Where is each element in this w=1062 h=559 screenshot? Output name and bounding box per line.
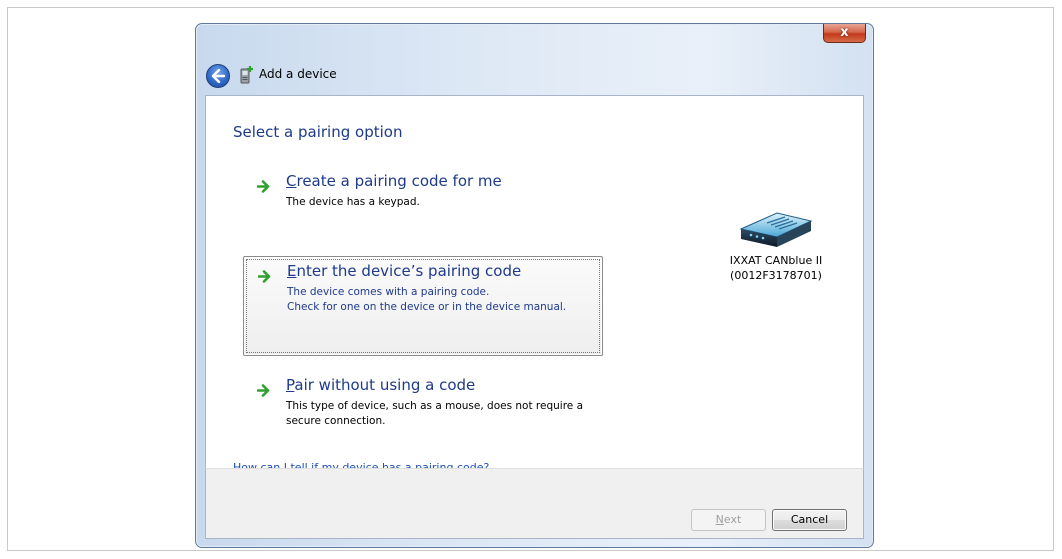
option-title: Enter the device’s pairing code — [287, 262, 522, 280]
content-panel: Select a pairing option Create a pairing… — [205, 95, 864, 474]
back-arrow-icon — [211, 69, 225, 83]
option-description: The device has a keypad. — [286, 196, 420, 208]
close-icon: x — [840, 25, 849, 40]
cancel-button[interactable]: Cancel — [772, 509, 847, 531]
option-description: The device comes with a pairing code. Ch… — [287, 286, 567, 313]
option-pair-without-code[interactable]: Pair without using a code This type of d… — [243, 374, 603, 438]
option-create-pairing-code[interactable]: Create a pairing code for me The device … — [243, 170, 603, 218]
green-arrow-icon — [257, 180, 270, 193]
window-title: Add a device — [259, 67, 337, 81]
network-device-icon — [739, 212, 813, 247]
next-button[interactable]: Next — [691, 509, 766, 531]
add-device-window: x Add a device Select a pairing option C… — [195, 23, 874, 548]
device-panel: IXXAT CANblue II (0012F3178701) — [711, 203, 841, 283]
green-arrow-icon — [257, 384, 270, 397]
green-arrow-icon — [258, 270, 271, 283]
back-button[interactable] — [206, 64, 230, 88]
option-title: Create a pairing code for me — [286, 172, 502, 190]
close-button[interactable]: x — [823, 24, 866, 43]
option-description: This type of device, such as a mouse, do… — [286, 400, 584, 427]
page-heading: Select a pairing option — [233, 123, 403, 141]
device-name: IXXAT CANblue II — [729, 254, 823, 267]
add-device-icon — [240, 66, 253, 84]
footer-bar: Next Cancel — [205, 468, 864, 539]
device-address: (0012F3178701) — [730, 269, 822, 282]
option-title: Pair without using a code — [286, 376, 476, 394]
option-enter-pairing-code[interactable]: Enter the device’s pairing code The devi… — [243, 256, 603, 356]
